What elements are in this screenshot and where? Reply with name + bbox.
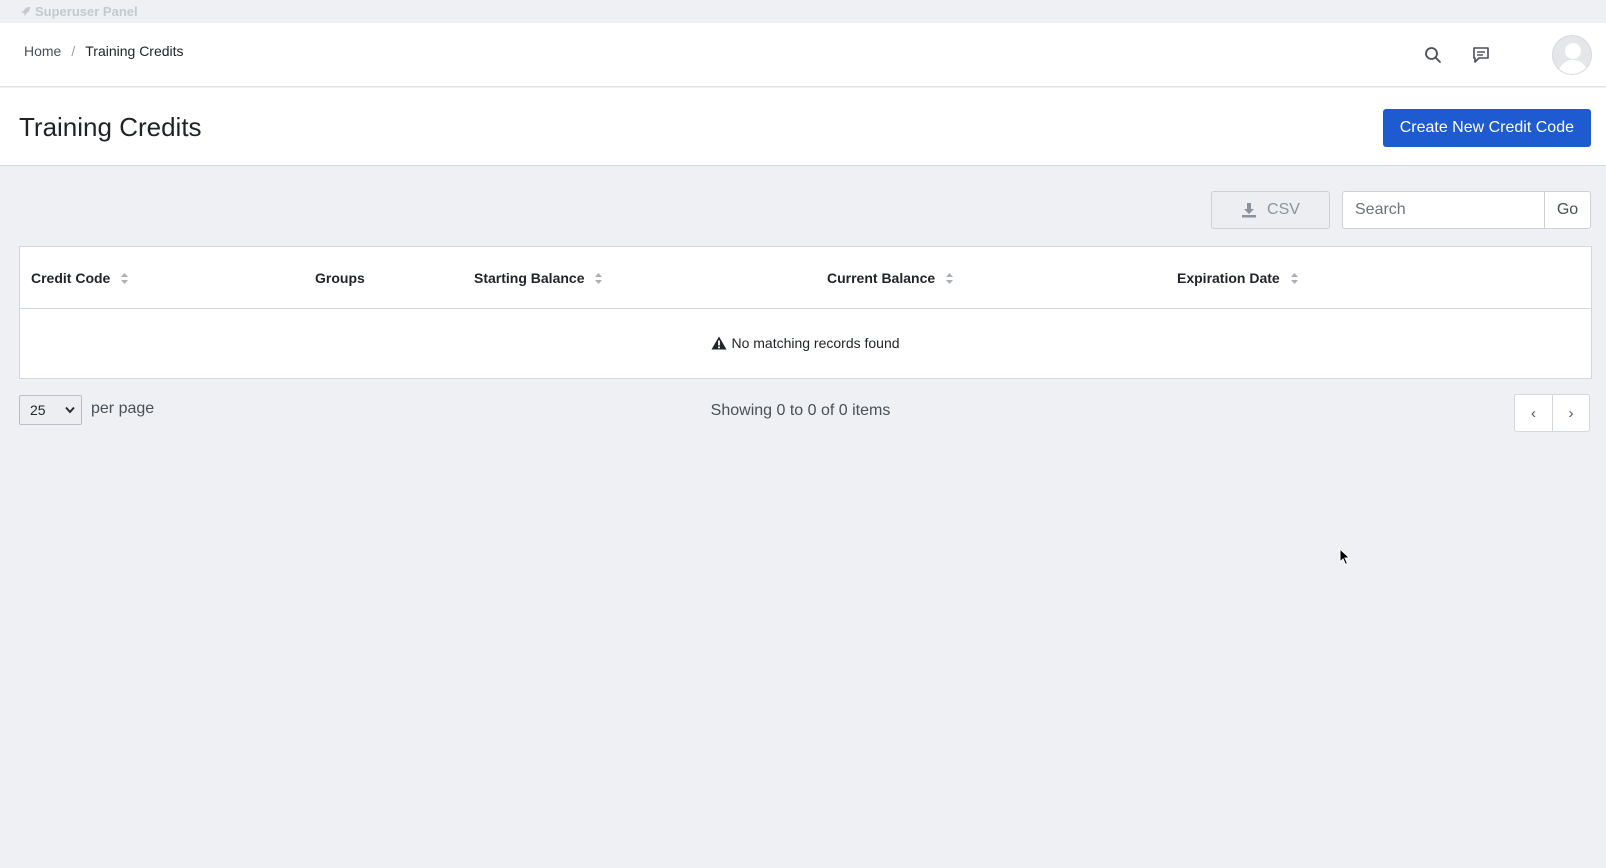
sort-icon bbox=[121, 272, 129, 284]
sort-icon bbox=[1290, 272, 1298, 284]
column-current-balance[interactable]: Current Balance bbox=[827, 270, 954, 286]
column-label: Expiration Date bbox=[1177, 270, 1280, 286]
column-label: Groups bbox=[315, 270, 365, 286]
breadcrumb-current: Training Credits bbox=[85, 43, 184, 59]
column-expiration-date[interactable]: Expiration Date bbox=[1177, 270, 1299, 286]
csv-export-button[interactable]: CSV bbox=[1211, 191, 1330, 229]
top-header: Home / Training Credits bbox=[0, 23, 1606, 87]
credits-table: Credit Code Groups Starting Balance Curr… bbox=[19, 246, 1592, 379]
empty-message: No matching records found bbox=[731, 335, 900, 351]
column-label: Credit Code bbox=[31, 270, 111, 286]
warning-icon bbox=[711, 336, 727, 350]
pagination-summary: Showing 0 to 0 of 0 items bbox=[710, 402, 891, 419]
csv-label: CSV bbox=[1267, 201, 1300, 218]
pagination: ‹ › bbox=[1514, 394, 1590, 432]
column-groups: Groups bbox=[315, 270, 365, 286]
column-starting-balance[interactable]: Starting Balance bbox=[474, 270, 603, 286]
table-header: Credit Code Groups Starting Balance Curr… bbox=[20, 247, 1591, 309]
next-page-button[interactable]: › bbox=[1552, 395, 1589, 431]
column-label: Starting Balance bbox=[474, 270, 585, 286]
superuser-panel-label: Superuser Panel bbox=[35, 4, 138, 19]
user-avatar-icon bbox=[1558, 43, 1588, 74]
page-title-bar: Training Credits Create New Credit Code bbox=[0, 88, 1606, 166]
empty-table-row: No matching records found bbox=[20, 309, 1591, 377]
superuser-panel-bar: Superuser Panel bbox=[0, 0, 1606, 23]
table-footer: 25 per page Showing 0 to 0 of 0 items ‹ … bbox=[19, 394, 1592, 434]
create-new-credit-code-button[interactable]: Create New Credit Code bbox=[1382, 109, 1591, 147]
breadcrumb-home[interactable]: Home bbox=[24, 43, 61, 59]
table-toolbar: CSV Go bbox=[1211, 191, 1591, 229]
mouse-pointer-icon bbox=[1339, 548, 1351, 566]
breadcrumb: Home / Training Credits bbox=[24, 43, 184, 59]
chat-icon[interactable] bbox=[1468, 42, 1494, 68]
go-button[interactable]: Go bbox=[1544, 191, 1591, 229]
column-credit-code[interactable]: Credit Code bbox=[31, 270, 129, 286]
search-input[interactable] bbox=[1342, 191, 1544, 229]
avatar[interactable] bbox=[1552, 35, 1592, 75]
download-icon bbox=[1242, 203, 1257, 218]
sort-icon bbox=[595, 272, 603, 284]
page-title: Training Credits bbox=[19, 112, 202, 142]
sort-icon bbox=[946, 272, 954, 284]
search-icon[interactable] bbox=[1420, 42, 1446, 68]
rocket-icon bbox=[20, 6, 31, 17]
breadcrumb-separator: / bbox=[71, 43, 76, 59]
column-label: Current Balance bbox=[827, 270, 936, 286]
prev-page-button[interactable]: ‹ bbox=[1515, 395, 1552, 431]
